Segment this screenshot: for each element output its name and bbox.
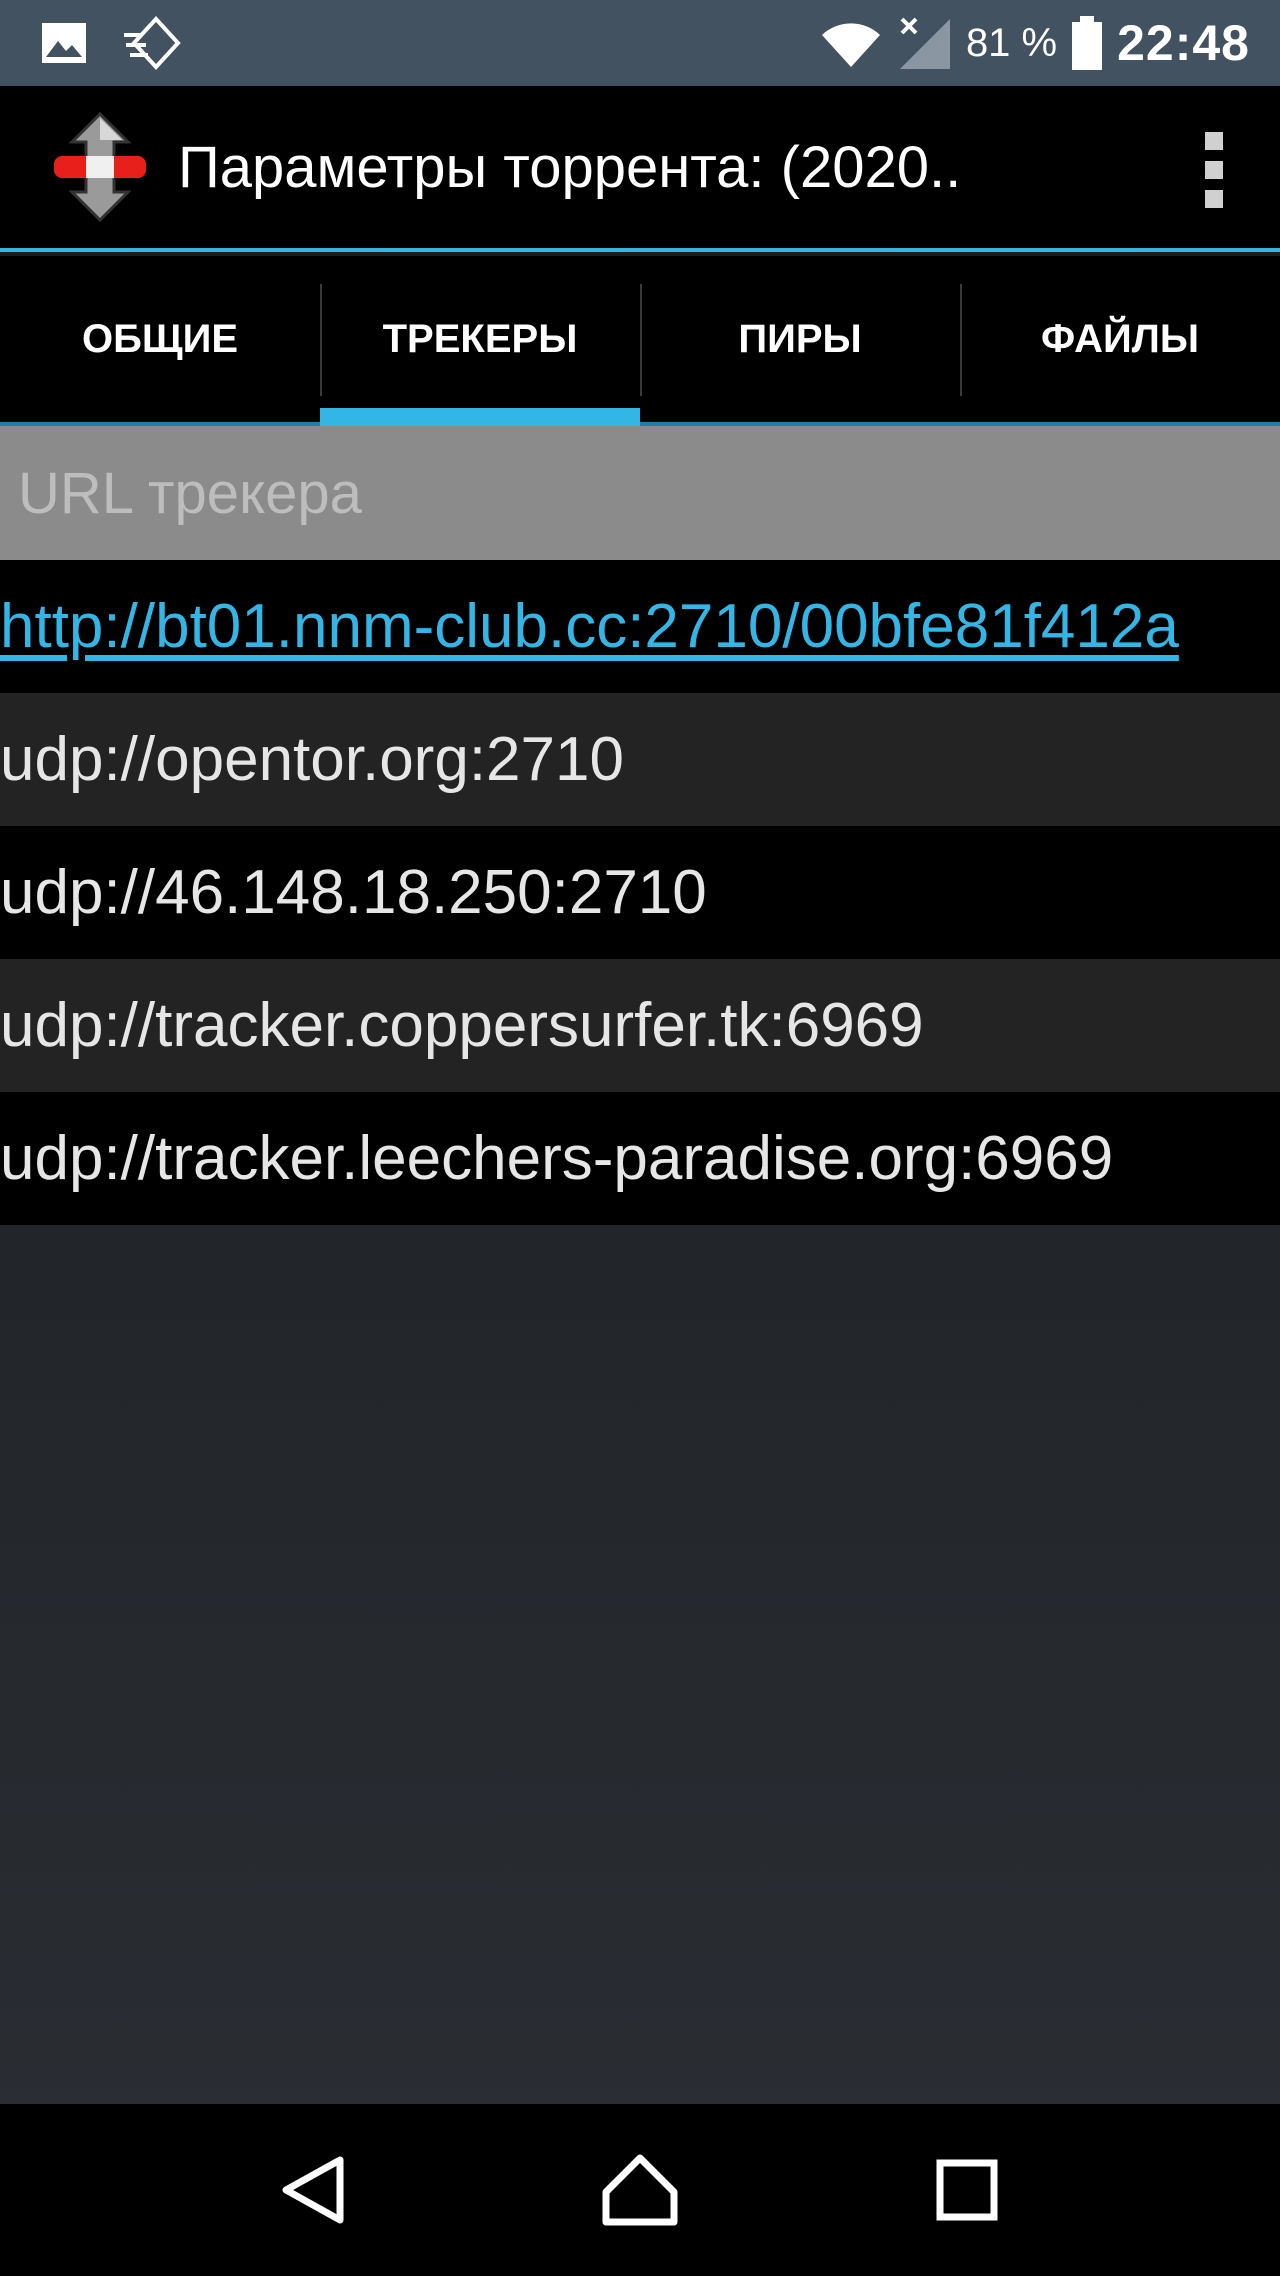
tab-bar: ОБЩИЕ ТРЕКЕРЫ ПИРЫ ФАЙЛЫ: [0, 256, 1280, 426]
tracker-row[interactable]: udp://46.148.18.250:2710: [0, 826, 1280, 959]
screen: 81 % 22:48 Параметры торрента: (2020.. О…: [0, 0, 1280, 2276]
battery-percent: 81 %: [965, 20, 1058, 65]
tracker-row[interactable]: udp://tracker.coppersurfer.tk:6969: [0, 959, 1280, 1092]
status-notifications: [40, 13, 184, 73]
back-button[interactable]: [263, 2140, 363, 2240]
recents-icon: [936, 2159, 998, 2221]
tab-trackers[interactable]: ТРЕКЕРЫ: [320, 256, 640, 426]
overflow-dot: [1205, 161, 1223, 179]
sync-notification-icon: [124, 16, 181, 70]
home-button[interactable]: [590, 2140, 690, 2240]
overflow-dot: [1205, 190, 1223, 208]
navigation-bar: [0, 2104, 1280, 2276]
tracker-url-header: URL трекера: [0, 426, 1280, 560]
torrent-app-icon[interactable]: [52, 112, 148, 222]
tracker-row[interactable]: http://bt01.nnm-club.cc:2710/00bfe81f412…: [0, 560, 1280, 693]
overflow-dot: [1205, 132, 1223, 150]
wifi-icon: [821, 23, 880, 67]
tracker-row[interactable]: udp://tracker.leechers-paradise.org:6969: [0, 1092, 1280, 1225]
overflow-menu-icon[interactable]: [1196, 132, 1232, 208]
tab-peers[interactable]: ПИРЫ: [640, 256, 960, 422]
tab-general[interactable]: ОБЩИЕ: [0, 256, 320, 422]
back-icon: [282, 2156, 344, 2224]
tab-files[interactable]: ФАЙЛЫ: [960, 256, 1280, 422]
clock: 22:48: [1117, 15, 1250, 71]
action-bar: Параметры торрента: (2020..: [0, 86, 1280, 252]
tracker-list: http://bt01.nnm-club.cc:2710/00bfe81f412…: [0, 560, 1280, 1225]
battery-icon: [1072, 16, 1103, 70]
status-indicators: 81 % 22:48: [818, 14, 1250, 72]
status-bar: 81 % 22:48: [0, 0, 1280, 86]
tracker-row[interactable]: udp://opentor.org:2710: [0, 693, 1280, 826]
signal-icon: [899, 17, 950, 69]
home-icon: [602, 2154, 678, 2226]
image-notification-icon: [42, 23, 86, 63]
page-title: Параметры торрента: (2020..: [178, 134, 962, 200]
recents-button[interactable]: [917, 2140, 1017, 2240]
